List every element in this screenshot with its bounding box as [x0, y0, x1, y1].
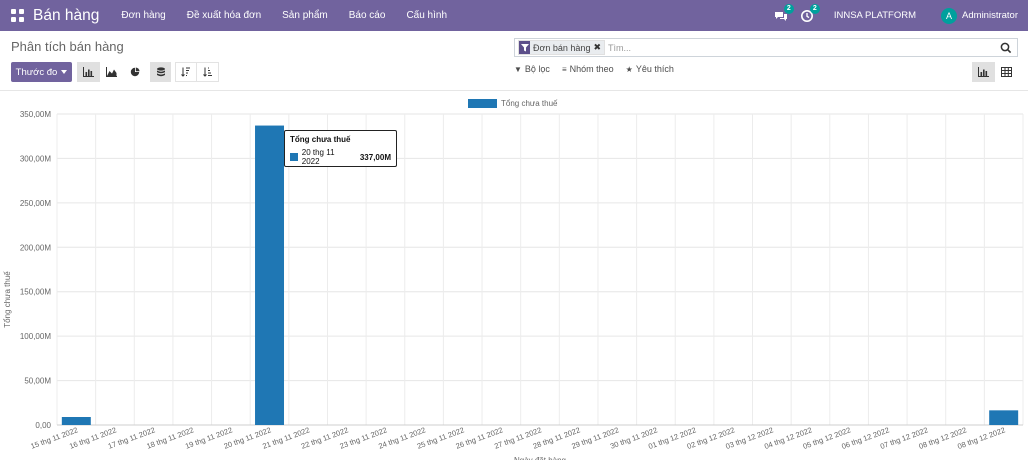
sort-descending-button[interactable] — [175, 62, 197, 82]
favorites-dropdown[interactable]: ★ Yêu thích — [626, 64, 674, 74]
stacked-group — [150, 62, 171, 82]
group-by-dropdown[interactable]: ≡ Nhóm theo — [562, 64, 614, 74]
list-icon: ≡ — [561, 64, 567, 74]
line-chart-button[interactable] — [100, 62, 123, 82]
y-tick-label: 200,00M — [20, 243, 51, 252]
search-icon[interactable] — [999, 41, 1013, 55]
filter-icon — [519, 41, 530, 54]
x-axis-label: Ngày đặt hàng — [514, 456, 566, 460]
legend-label: Tổng chưa thuế — [501, 99, 558, 108]
menu-item-configuration[interactable]: Cấu hình — [406, 10, 447, 21]
bar-chart-button[interactable] — [77, 62, 100, 82]
bar-chart-icon — [978, 67, 989, 77]
chart-legend[interactable]: Tổng chưa thuế — [468, 99, 558, 108]
y-axis-label: Tổng chưa thuế — [3, 271, 12, 328]
sort-descending-icon — [181, 67, 190, 77]
apps-menu-icon[interactable] — [11, 8, 25, 23]
pie-chart-button[interactable] — [123, 62, 146, 82]
menu-item-reports[interactable]: Báo cáo — [349, 10, 386, 21]
graph-view-button[interactable] — [972, 62, 995, 82]
y-tick-label: 0,00 — [35, 421, 51, 430]
legend-swatch — [468, 99, 497, 108]
search-bar: Đơn bán hàng ✖ — [514, 38, 1018, 57]
funnel-icon: ▼ — [514, 64, 522, 74]
chart-ticks: 0,00 50,00M 100,00M 150,00M 200,00M 250,00M 30… — [20, 110, 1007, 451]
bar-chart-icon — [83, 67, 94, 77]
area-chart-icon — [106, 67, 117, 77]
chevron-down-icon — [61, 70, 68, 74]
activity-clock-icon[interactable]: 2 — [800, 3, 820, 23]
measures-dropdown-button[interactable]: Thước đo — [11, 62, 72, 82]
chart-type-group — [77, 62, 146, 82]
y-tick-label: 300,00M — [20, 154, 51, 163]
chart-bar[interactable] — [989, 410, 1019, 425]
navbar-systray: 2 2 INNSA PLATFORM A Administrator — [774, 0, 1028, 31]
company-switcher[interactable]: INNSA PLATFORM — [834, 10, 916, 21]
menu-item-products[interactable]: Sản phẩm — [282, 10, 328, 21]
main-menu: Đơn hàng Đề xuất hóa đơn Sản phẩm Báo cá… — [121, 10, 468, 21]
facet-remove-icon[interactable]: ✖ — [593, 42, 601, 53]
favorites-label: Yêu thích — [635, 64, 674, 74]
y-tick-label: 250,00M — [20, 199, 51, 208]
sort-ascending-icon — [202, 67, 212, 77]
stacked-toggle-button[interactable] — [150, 62, 171, 82]
tooltip-swatch — [290, 153, 298, 161]
search-input[interactable] — [605, 40, 999, 55]
tooltip-title: Tổng chưa thuế — [290, 135, 351, 144]
chart-grid — [56, 113, 1024, 426]
measures-label: Thước đo — [15, 66, 58, 78]
pie-chart-icon — [130, 67, 139, 77]
y-tick-label: 50,00M — [24, 377, 51, 386]
sort-ascending-button[interactable] — [197, 62, 219, 82]
breadcrumb: Phân tích bán hàng — [11, 39, 124, 54]
pivot-view-button[interactable] — [995, 62, 1018, 82]
chart-bar[interactable] — [61, 417, 91, 425]
database-icon — [156, 67, 165, 77]
messaging-icon[interactable]: 2 — [774, 3, 794, 23]
avatar[interactable]: A — [941, 7, 958, 24]
search-options-bar: ▼ Bộ lọc ≡ Nhóm theo ★ Yêu thích — [514, 64, 686, 74]
sales-bar-chart: 0,00 50,00M 100,00M 150,00M 200,00M 250,00M 30… — [3, 99, 1024, 460]
menu-item-invoice-proposals[interactable]: Đề xuất hóa đơn — [187, 10, 261, 21]
chart-bar[interactable] — [255, 125, 285, 426]
top-navbar: Bán hàng Đơn hàng Đề xuất hóa đơn Sản ph… — [0, 0, 1028, 31]
messages-count-badge: 2 — [783, 3, 794, 14]
star-icon: ★ — [625, 64, 633, 74]
user-menu[interactable]: Administrator — [962, 10, 1018, 21]
y-tick-label: 100,00M — [20, 332, 51, 341]
filters-label: Bộ lọc — [524, 64, 550, 74]
tooltip-label: 20 thg 11 2022 — [301, 148, 335, 166]
chart-tooltip: Tổng chưa thuế 20 thg 11 2022 337,00M — [284, 130, 397, 167]
sort-group — [175, 62, 219, 82]
table-icon — [1001, 67, 1012, 77]
activities-count-badge: 2 — [809, 3, 820, 14]
menu-item-orders[interactable]: Đơn hàng — [121, 10, 165, 21]
tooltip-value: 337,00M — [359, 152, 391, 162]
app-name[interactable]: Bán hàng — [33, 7, 99, 25]
facet-label: Đơn bán hàng — [533, 42, 591, 53]
search-facet: Đơn bán hàng ✖ — [518, 40, 605, 55]
y-tick-label: 150,00M — [20, 288, 51, 297]
filters-dropdown[interactable]: ▼ Bộ lọc — [514, 64, 550, 74]
view-switcher — [972, 62, 1018, 82]
group-by-label: Nhóm theo — [569, 64, 614, 74]
y-tick-label: 350,00M — [20, 110, 51, 119]
